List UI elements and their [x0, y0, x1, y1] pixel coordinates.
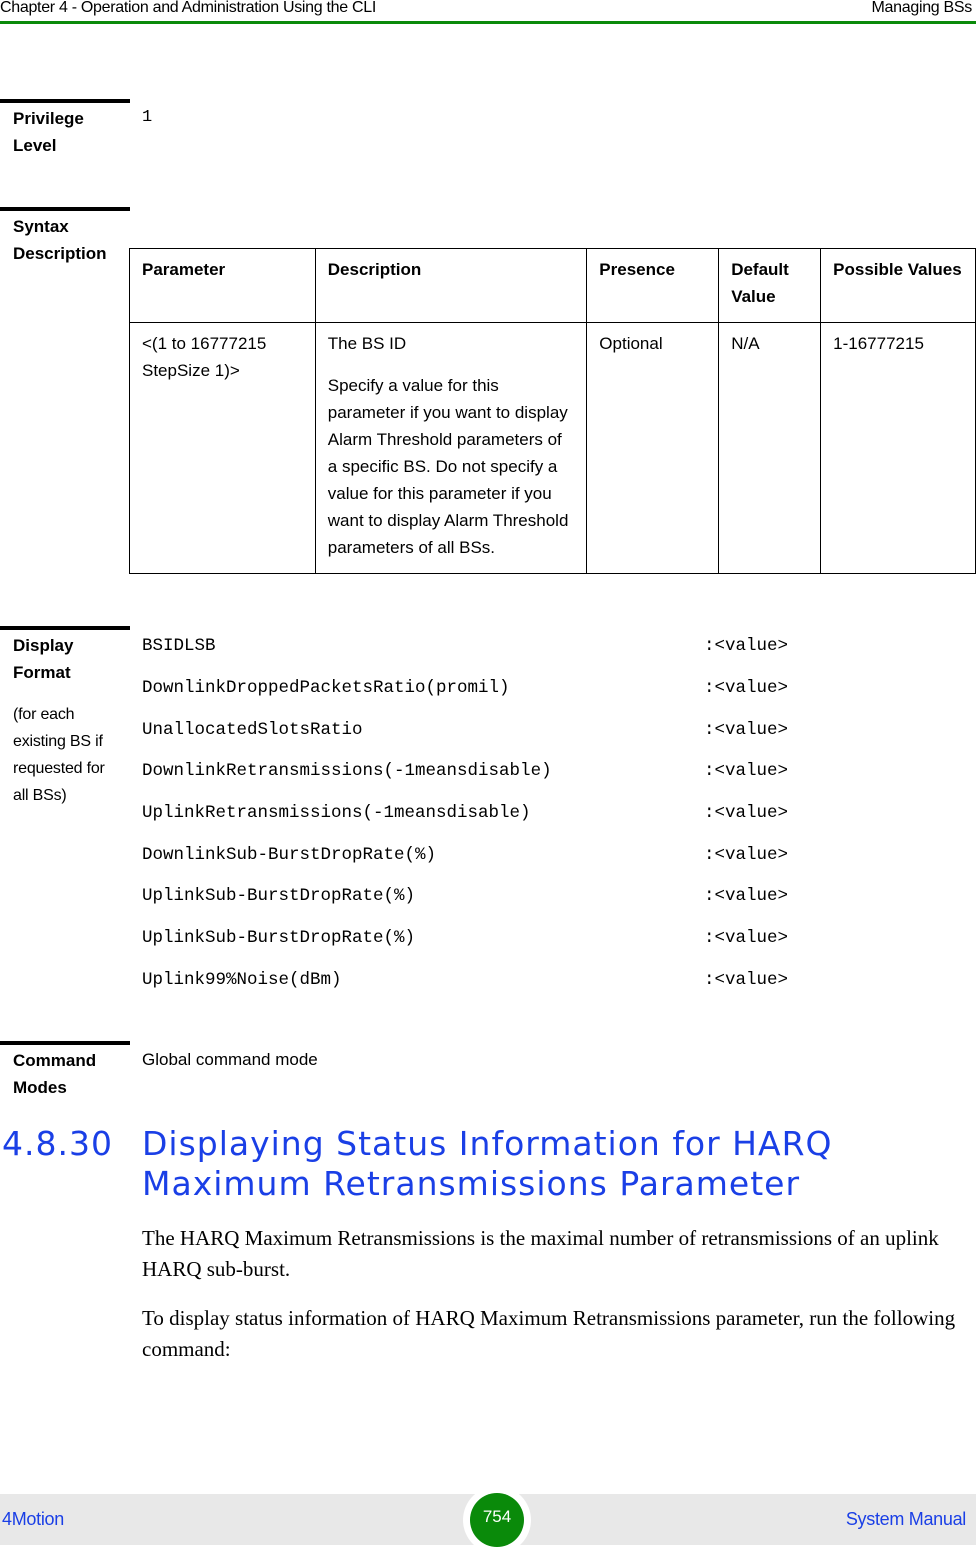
format-row: Uplink99%Noise(dBm) :<value>: [142, 970, 842, 992]
format-row: UplinkRetransmissions(-1meansdisable) :<v…: [142, 803, 842, 825]
format-field-name: UplinkSub-BurstDropRate(%): [142, 886, 416, 906]
display-format-note: (for each existing BS if requested for a…: [13, 706, 105, 804]
format-row: DownlinkSub-BurstDropRate(%) :<value>: [142, 845, 842, 867]
format-field-name: DownlinkDroppedPacketsRatio(promil): [142, 678, 510, 698]
format-field-value: :<value>: [704, 636, 789, 656]
footer-product: 4Motion: [2, 1509, 64, 1529]
format-field-name: BSIDLSB: [142, 636, 216, 656]
col-header-default: Default Value: [718, 248, 822, 323]
section-number: 4.8.30: [2, 1124, 113, 1163]
format-field-name: Uplink99%Noise(dBm): [142, 970, 342, 990]
cell-possible: 1-16777215: [820, 322, 976, 574]
section-title-text: Displaying Status Information for HARQ M…: [142, 1124, 833, 1203]
syntax-label: Syntax Description: [13, 217, 107, 263]
body-paragraph: The HARQ Maximum Retransmissions is the …: [142, 1226, 939, 1281]
format-row: UplinkSub-BurstDropRate(%) :<value>: [142, 928, 842, 950]
format-row: UplinkSub-BurstDropRate(%) :<value>: [142, 886, 842, 908]
cell-default: N/A: [718, 322, 822, 574]
format-field-value: :<value>: [704, 970, 789, 990]
privilege-divider: [0, 99, 130, 103]
format-row: DownlinkRetransmissions(-1meansdisable):…: [142, 761, 842, 783]
format-field-value: :<value>: [704, 803, 789, 823]
privilege-label: Privilege Level: [13, 109, 84, 155]
format-field-value: :<value>: [704, 845, 789, 865]
format-field-value: :<value>: [704, 928, 789, 948]
format-row: DownlinkDroppedPacketsRatio(promil) :<val…: [142, 678, 842, 700]
format-row: UnallocatedSlotsRatio :<value>: [142, 720, 842, 742]
privilege-value: 1: [142, 108, 153, 127]
command-modes-divider: [0, 1041, 130, 1045]
command-modes-label: Command Modes: [13, 1051, 97, 1097]
page-footer: 4Motion 754 System Manual: [0, 1486, 976, 1554]
format-row: BSIDLSB :<value>: [142, 636, 842, 658]
format-field-name: DownlinkSub-BurstDropRate(%): [142, 845, 437, 865]
chapter-title: Chapter 4 - Operation and Administration…: [0, 0, 377, 16]
format-field-value: :<value>: [704, 761, 789, 781]
col-header-description: Description: [314, 248, 588, 323]
description-body: Specify a value for this parameter if yo…: [327, 376, 569, 557]
format-field-value: :<value>: [704, 678, 789, 698]
col-header-possible: Possible Values: [820, 248, 976, 323]
body-paragraph: To display status information of HARQ Ma…: [142, 1306, 956, 1361]
table-header-row: Parameter Description Presence Default V…: [129, 248, 976, 323]
cell-presence: Optional: [586, 322, 720, 574]
table-row: <(1 to 16777215 StepSize 1)> The BS ID S…: [129, 322, 976, 574]
footer-manual: System Manual: [845, 1509, 966, 1529]
section-title: Managing BSs: [871, 0, 973, 16]
cell-parameter: <(1 to 16777215 StepSize 1)>: [129, 322, 316, 574]
page-header: Chapter 4 - Operation and Administration…: [0, 0, 976, 22]
page-number-badge: 754: [470, 1493, 524, 1547]
format-field-name: UplinkSub-BurstDropRate(%): [142, 928, 416, 948]
format-field-name: UnallocatedSlotsRatio: [142, 720, 363, 740]
display-format-divider: [0, 626, 130, 630]
col-header-parameter: Parameter: [129, 248, 316, 323]
display-format-label: Display Format: [13, 636, 74, 682]
description-title: The BS ID: [327, 334, 407, 353]
syntax-table: Parameter Description Presence Default V…: [129, 248, 976, 574]
header-divider: [0, 21, 976, 24]
format-field-name: DownlinkRetransmissions(-1meansdisable): [142, 761, 552, 781]
format-field-name: UplinkRetransmissions(-1meansdisable): [142, 803, 531, 823]
cell-description: The BS ID Specify a value for this param…: [314, 322, 588, 574]
format-field-value: :<value>: [704, 720, 789, 740]
syntax-divider: [0, 207, 130, 211]
col-header-presence: Presence: [586, 248, 720, 323]
command-modes-value: Global command mode: [142, 1050, 318, 1069]
format-field-value: :<value>: [704, 886, 789, 906]
